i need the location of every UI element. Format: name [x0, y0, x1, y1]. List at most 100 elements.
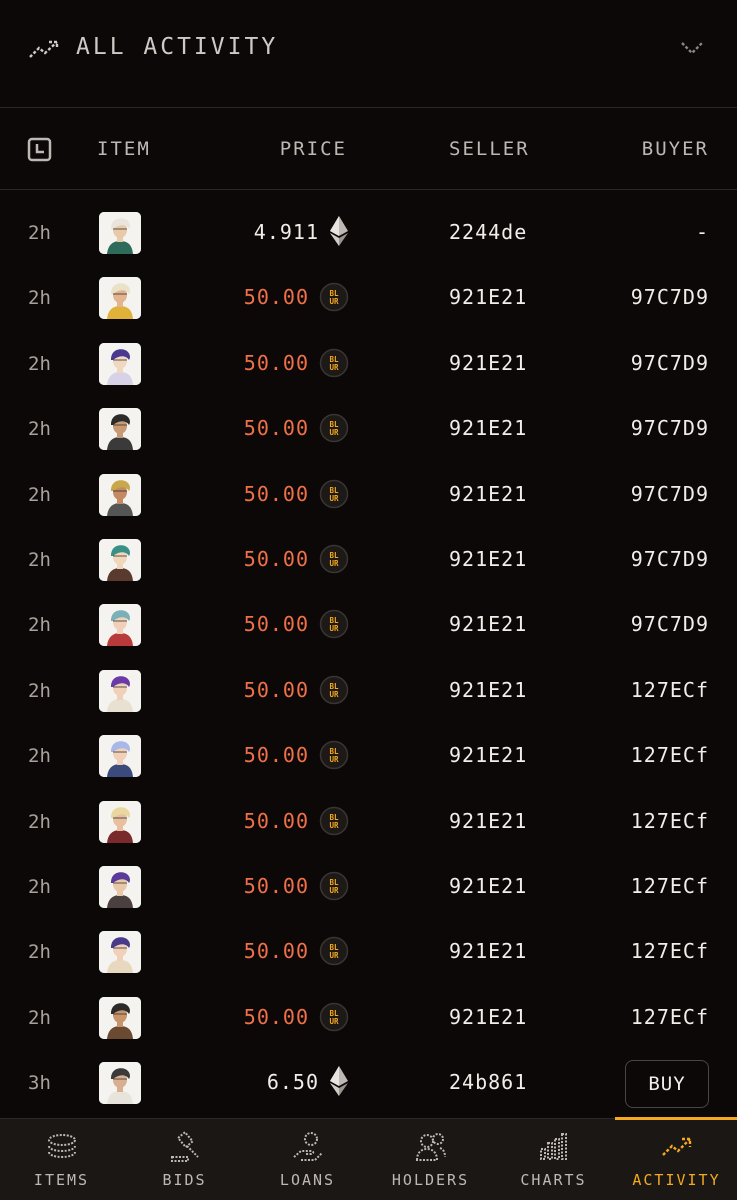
nft-thumbnail[interactable] — [99, 669, 141, 712]
nft-thumbnail[interactable] — [99, 604, 141, 647]
row-price: 4.911 — [253, 220, 319, 244]
row-seller[interactable]: 921E21 — [449, 612, 527, 636]
row-buyer[interactable]: 97C7D9 — [631, 612, 709, 636]
row-time: 2h — [28, 614, 51, 637]
nft-thumbnail[interactable] — [99, 473, 141, 516]
table-row[interactable]: 2h 50.00 BL UR 921E21 97C7D9 — [0, 462, 737, 527]
row-price: 50.00 — [243, 481, 309, 506]
row-seller[interactable]: 921E21 — [449, 547, 527, 571]
row-seller[interactable]: 921E21 — [449, 809, 527, 833]
table-row[interactable]: 2h 50.00 BL UR 921E21 97C7D9 — [0, 396, 737, 461]
row-seller[interactable]: 921E21 — [449, 416, 527, 440]
nft-thumbnail[interactable] — [99, 931, 141, 974]
clock-icon[interactable] — [27, 137, 52, 162]
row-seller[interactable]: 921E21 — [449, 285, 527, 309]
tab-label: ACTIVITY — [632, 1171, 721, 1189]
table-row[interactable]: 2h 50.00 BL UR 921E21 97C7D9 — [0, 265, 737, 330]
table-row[interactable]: 3h 6.50 24b861 BUY — [0, 1050, 737, 1115]
tab-activity[interactable]: ACTIVITY — [615, 1117, 737, 1200]
svg-text:UR: UR — [329, 428, 339, 437]
gavel-icon — [168, 1130, 202, 1163]
svg-text:UR: UR — [329, 297, 339, 306]
svg-text:UR: UR — [329, 1017, 339, 1026]
tab-bids[interactable]: BIDS — [123, 1119, 246, 1200]
nft-thumbnail[interactable] — [99, 538, 141, 581]
table-row[interactable]: 2h 50.00 BL UR 921E21 127ECf — [0, 919, 737, 984]
chevron-down-icon[interactable] — [680, 40, 704, 56]
row-buyer[interactable]: 127ECf — [631, 1005, 709, 1029]
layers-icon — [45, 1131, 79, 1163]
row-buyer[interactable]: 127ECf — [631, 743, 709, 767]
row-buyer[interactable]: 97C7D9 — [631, 285, 709, 309]
row-time: 2h — [28, 418, 51, 441]
row-seller[interactable]: 921E21 — [449, 939, 527, 963]
nft-thumbnail[interactable] — [99, 212, 141, 254]
row-seller[interactable]: 921E21 — [449, 351, 527, 375]
page-title: ALL ACTIVITY — [76, 34, 279, 60]
table-row[interactable]: 2h 50.00 BL UR 921E21 97C7D9 — [0, 592, 737, 657]
blur-token-icon: BL UR — [319, 348, 349, 378]
tab-holders[interactable]: HOLDERS — [369, 1119, 492, 1200]
row-buyer[interactable]: 127ECf — [631, 678, 709, 702]
row-seller[interactable]: 921E21 — [449, 482, 527, 506]
svg-text:UR: UR — [329, 951, 339, 960]
row-buyer[interactable]: 97C7D9 — [631, 351, 709, 375]
row-buyer[interactable]: 97C7D9 — [631, 416, 709, 440]
table-row[interactable]: 2h 50.00 BL UR 921E21 97C7D9 — [0, 527, 737, 592]
svg-text:UR: UR — [329, 494, 339, 503]
row-price: 50.00 — [243, 285, 309, 310]
nft-thumbnail[interactable] — [99, 408, 141, 451]
row-buyer[interactable]: 97C7D9 — [631, 482, 709, 506]
nft-thumbnail[interactable] — [99, 800, 141, 843]
column-item: ITEM — [97, 138, 151, 160]
row-seller[interactable]: 24b861 — [449, 1070, 527, 1094]
table-row[interactable]: 2h 50.00 BL UR 921E21 127ECf — [0, 723, 737, 788]
trending-up-icon — [660, 1131, 694, 1163]
nft-thumbnail[interactable] — [99, 996, 141, 1039]
row-time: 2h — [28, 875, 51, 898]
nft-thumbnail[interactable] — [99, 1062, 141, 1105]
tab-items[interactable]: ITEMS — [0, 1119, 123, 1200]
table-row[interactable]: 2h 4.911 2244de - — [0, 200, 737, 265]
bar-chart-icon — [537, 1131, 571, 1163]
nft-thumbnail[interactable] — [99, 735, 141, 778]
buy-button[interactable]: BUY — [625, 1060, 709, 1109]
svg-text:UR: UR — [329, 559, 339, 568]
svg-text:UR: UR — [329, 363, 339, 372]
table-row[interactable]: 2h 50.00 BL UR 921E21 97C7D9 — [0, 331, 737, 396]
tab-label: LOANS — [279, 1171, 336, 1189]
nft-thumbnail[interactable] — [99, 865, 141, 908]
table-row[interactable]: 2h 50.00 BL UR 921E21 127ECf — [0, 854, 737, 919]
tab-charts[interactable]: CHARTS — [492, 1119, 615, 1200]
table-row[interactable]: 2h 50.00 BL UR 921E21 127ECf — [0, 658, 737, 723]
row-price: 50.00 — [243, 546, 309, 571]
table-row[interactable]: 2h 50.00 BL UR 921E21 127ECf — [0, 789, 737, 854]
table-row[interactable]: 2h 50.00 BL UR 921E21 127ECf — [0, 985, 737, 1050]
row-seller[interactable]: 921E21 — [449, 678, 527, 702]
column-price: PRICE — [279, 138, 347, 160]
nft-thumbnail[interactable] — [99, 342, 141, 385]
tab-loans[interactable]: LOANS — [246, 1119, 369, 1200]
column-seller: SELLER — [449, 138, 530, 160]
blur-token-icon: BL UR — [319, 675, 349, 705]
tab-label: BIDS — [162, 1171, 207, 1189]
row-time: 2h — [28, 679, 51, 702]
row-seller[interactable]: 2244de — [449, 220, 527, 244]
row-buyer[interactable]: 127ECf — [631, 874, 709, 898]
activity-header[interactable]: ALL ACTIVITY — [0, 0, 737, 108]
blur-token-icon: BL UR — [319, 806, 349, 836]
row-price: 50.00 — [243, 416, 309, 441]
tab-label: CHARTS — [520, 1171, 587, 1189]
row-buyer[interactable]: 97C7D9 — [631, 547, 709, 571]
row-time: 2h — [28, 222, 51, 244]
blur-token-icon: BL UR — [319, 871, 349, 901]
nft-thumbnail[interactable] — [99, 277, 141, 320]
loan-hand-icon — [291, 1131, 325, 1163]
row-seller[interactable]: 921E21 — [449, 874, 527, 898]
row-buyer[interactable]: 127ECf — [631, 939, 709, 963]
row-price: 50.00 — [243, 677, 309, 702]
row-seller[interactable]: 921E21 — [449, 1005, 527, 1029]
row-seller[interactable]: 921E21 — [449, 743, 527, 767]
row-buyer[interactable]: 127ECf — [631, 809, 709, 833]
row-buyer[interactable]: - — [696, 220, 709, 244]
